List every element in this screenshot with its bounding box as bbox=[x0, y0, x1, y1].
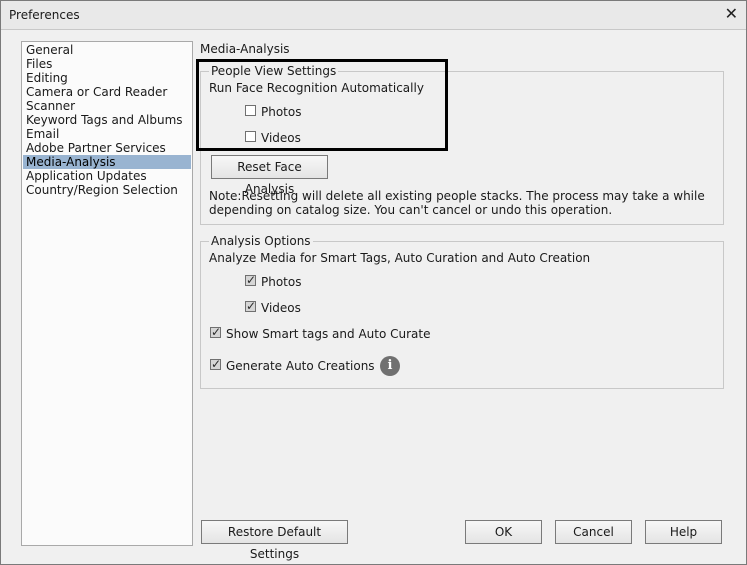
analysis-photos-label: Photos bbox=[261, 275, 302, 289]
sidebar-item-editing[interactable]: Editing bbox=[23, 71, 191, 85]
page-title: Media-Analysis bbox=[200, 42, 290, 56]
reset-face-analysis-button[interactable]: Reset Face Analysis bbox=[211, 155, 328, 196]
category-list: General Files Editing Camera or Card Rea… bbox=[21, 41, 193, 546]
sidebar-item-scanner[interactable]: Scanner bbox=[23, 99, 191, 113]
reset-note-line-2: depending on catalog size. You can't can… bbox=[209, 203, 613, 217]
auto-creations-checkbox[interactable] bbox=[210, 357, 221, 371]
title-bar: Preferences ✕ bbox=[1, 1, 746, 30]
sidebar-item-files[interactable]: Files bbox=[23, 57, 191, 71]
window-title: Preferences bbox=[9, 8, 80, 22]
reset-note-line-1: Note:Resetting will delete all existing … bbox=[209, 189, 705, 203]
sidebar-item-adobe-partner-services[interactable]: Adobe Partner Services bbox=[23, 141, 191, 155]
sidebar-item-keyword-tags-and-albums[interactable]: Keyword Tags and Albums bbox=[23, 113, 191, 127]
info-icon[interactable]: i bbox=[380, 356, 400, 376]
smart-tags-checkbox[interactable] bbox=[210, 325, 221, 339]
ok-button[interactable]: OK bbox=[465, 520, 542, 544]
analysis-options-legend: Analysis Options bbox=[209, 234, 313, 248]
auto-creations-label: Generate Auto Creations bbox=[226, 359, 375, 373]
restore-default-settings-button[interactable]: Restore Default Settings bbox=[201, 520, 348, 561]
analysis-videos-checkbox[interactable] bbox=[245, 299, 256, 313]
close-icon[interactable]: ✕ bbox=[725, 4, 738, 23]
help-button[interactable]: Help bbox=[645, 520, 722, 544]
sidebar-item-country-region-selection[interactable]: Country/Region Selection bbox=[23, 183, 191, 197]
sidebar-item-application-updates[interactable]: Application Updates bbox=[23, 169, 191, 183]
analysis-photos-checkbox[interactable] bbox=[245, 273, 256, 287]
preferences-dialog: Preferences ✕ General Files Editing Came… bbox=[0, 0, 747, 565]
cancel-button[interactable]: Cancel bbox=[555, 520, 632, 544]
sidebar-item-email[interactable]: Email bbox=[23, 127, 191, 141]
analysis-videos-label: Videos bbox=[261, 301, 301, 315]
sidebar-item-camera-or-card-reader[interactable]: Camera or Card Reader bbox=[23, 85, 191, 99]
smart-tags-label: Show Smart tags and Auto Curate bbox=[226, 327, 431, 341]
sidebar-item-media-analysis[interactable]: Media-Analysis bbox=[23, 155, 191, 169]
analyze-media-heading: Analyze Media for Smart Tags, Auto Curat… bbox=[209, 251, 591, 265]
highlight-box bbox=[196, 59, 448, 151]
sidebar-item-general[interactable]: General bbox=[23, 43, 191, 57]
